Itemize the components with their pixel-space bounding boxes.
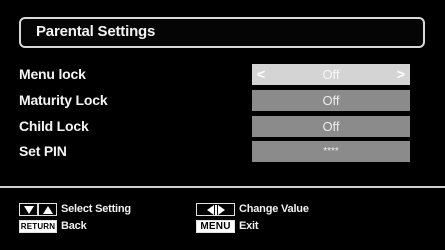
menu-key-icon: MENU [196,220,235,233]
hint-back: Back [61,220,87,232]
hint-select-setting: Select Setting [61,203,131,215]
maturity-lock-value[interactable]: Off [252,90,410,111]
up-arrow-key-icon [38,203,57,216]
footer-divider [0,186,445,188]
setting-label: Set PIN [19,143,67,159]
down-arrow-key-icon [19,203,38,216]
panel-title-box: Parental Settings [19,17,425,48]
return-key-icon: RETURN [19,220,57,233]
setting-row-menu-lock[interactable]: Menu lock < Off > [0,64,445,86]
setting-value: **** [323,146,339,157]
setting-label: Maturity Lock [19,92,108,108]
left-right-key-icon [196,203,235,216]
set-pin-value[interactable]: **** [252,141,410,162]
left-arrow-icon[interactable]: < [257,66,265,82]
child-lock-value[interactable]: Off [252,116,410,137]
hint-exit: Exit [239,220,259,232]
setting-row-maturity-lock[interactable]: Maturity Lock Off [0,90,445,112]
setting-value: Off [322,93,340,108]
setting-row-child-lock[interactable]: Child Lock Off [0,116,445,138]
setting-label: Menu lock [19,66,86,82]
right-arrow-icon[interactable]: > [397,66,405,82]
setting-label: Child Lock [19,118,89,134]
setting-row-set-pin[interactable]: Set PIN **** [0,141,445,163]
setting-value: Off [322,67,340,82]
page-title: Parental Settings [36,23,156,40]
menu-lock-value-selector[interactable]: < Off > [252,64,410,85]
setting-value: Off [322,119,340,134]
hint-change-value: Change Value [239,203,309,215]
